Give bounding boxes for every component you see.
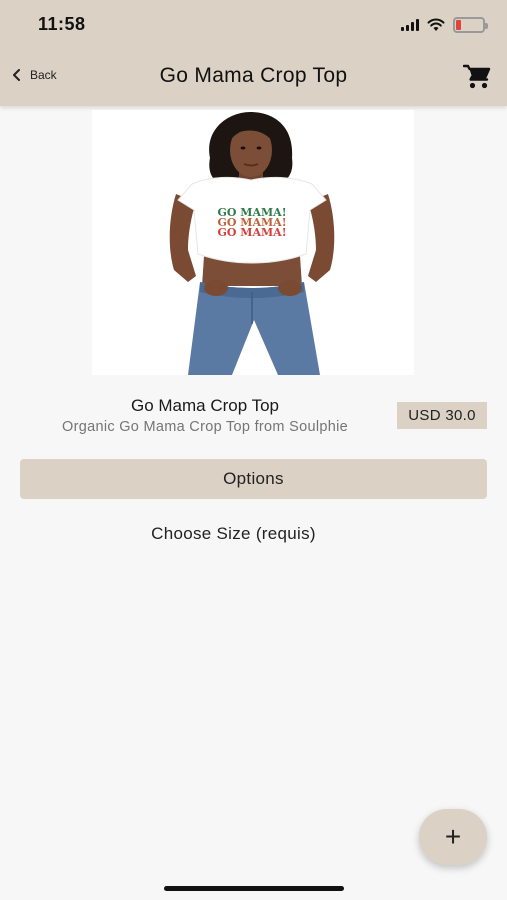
battery-icon (453, 17, 488, 33)
signal-icon (401, 19, 419, 31)
options-button[interactable]: Options (20, 459, 487, 499)
shirt-print-3: GO MAMA! (217, 226, 286, 239)
wifi-icon (427, 18, 445, 31)
product-page: 11:58 Back Go Mama Crop Top GO MAMA! GO … (0, 0, 507, 900)
price-badge: USD 30.0 (397, 402, 487, 429)
header: 11:58 Back Go Mama Crop Top (0, 0, 507, 106)
options-label: Options (223, 469, 284, 488)
plus-icon: + (444, 821, 462, 852)
page-title: Go Mama Crop Top (159, 64, 348, 87)
home-indicator (164, 886, 344, 891)
add-to-cart-button[interactable]: + (419, 809, 487, 865)
product-name: Go Mama Crop Top (130, 396, 280, 415)
product-description: Organic Go Mama Crop Top from Soulphie (62, 419, 348, 435)
cart-icon[interactable] (463, 64, 491, 90)
choose-size-selector[interactable]: Choose Size (requis) (0, 524, 467, 544)
product-photo: GO MAMA! GO MAMA! GO MAMA! (92, 110, 414, 375)
status-time: 11:58 (38, 14, 86, 34)
status-icons (401, 16, 488, 34)
product-image: GO MAMA! GO MAMA! GO MAMA! (92, 110, 414, 375)
